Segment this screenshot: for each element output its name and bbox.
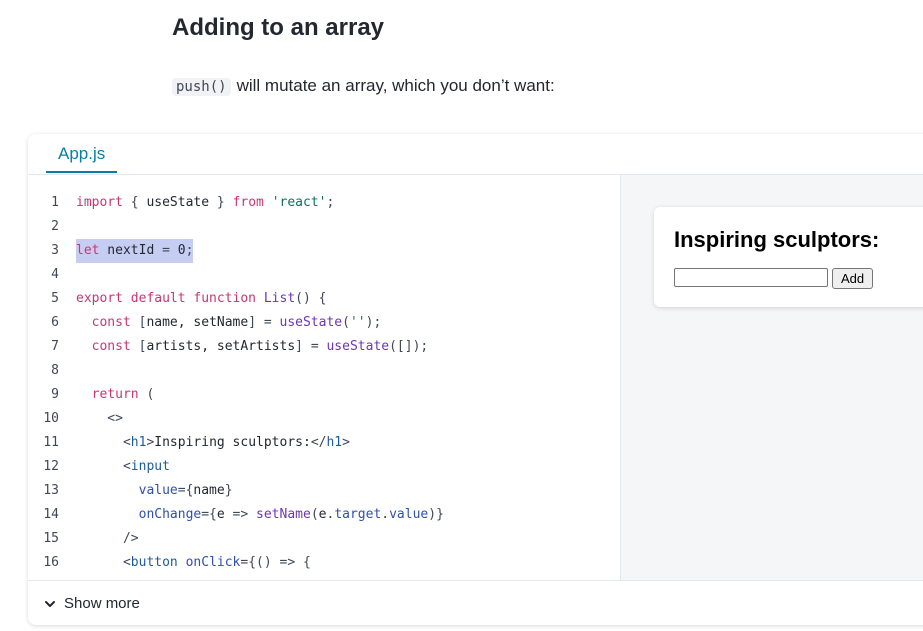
intro-paragraph: push() will mutate an array, which you do… (172, 76, 555, 96)
add-button[interactable]: Add (832, 268, 874, 289)
code-editor[interactable]: 1 import { useState } from 'react'; 2 3 let … (28, 175, 620, 580)
line-number: 4 (51, 267, 59, 282)
show-more-label: Show more (64, 595, 140, 612)
code-text: value={name} (76, 483, 233, 498)
line-number: 7 (51, 339, 59, 354)
highlighted-code-text: let nextId = 0; (76, 239, 194, 263)
line-number: 16 (43, 555, 59, 570)
code-text: const [artists, setArtists] = useState([… (76, 339, 429, 354)
code-text: /> (76, 531, 139, 546)
line-number: 12 (43, 459, 59, 474)
code-text: export default function List() { (76, 291, 327, 306)
preview-pane: Inspiring sculptors: Add (620, 175, 923, 580)
line-number: 14 (43, 507, 59, 522)
code-text: <h1>Inspiring sculptors:</h1> (76, 435, 350, 450)
line-number: 9 (51, 387, 59, 402)
code-text: <> (76, 411, 123, 426)
preview-card: Inspiring sculptors: Add (654, 207, 923, 307)
code-text: const [name, setName] = useState(''); (76, 315, 382, 330)
preview-heading: Inspiring sculptors: (674, 227, 880, 252)
line-number: 10 (43, 411, 59, 426)
preview-name-input[interactable] (674, 268, 828, 287)
line-number: 3 (51, 243, 59, 258)
code-text: <input (76, 459, 170, 474)
file-tab-bar: App.js (28, 134, 923, 175)
code-text: return ( (76, 387, 155, 402)
line-number: 11 (43, 435, 59, 450)
line-number: 2 (51, 219, 59, 234)
section-title: Adding to an array (172, 14, 385, 41)
show-more-button[interactable]: Show more (44, 595, 140, 612)
chevron-down-icon (45, 600, 55, 607)
code-text: <button onClick={() => { (76, 555, 311, 570)
line-number: 8 (51, 363, 59, 378)
intro-text: will mutate an array, which you don’t wa… (236, 76, 555, 95)
tab-app-js[interactable]: App.js (46, 134, 118, 173)
line-number: 1 (51, 195, 59, 210)
code-text: import { useState } from 'react'; (76, 195, 335, 210)
code-text: onChange={e => setName(e.target.value)} (76, 507, 444, 522)
line-number: 5 (51, 291, 59, 306)
inline-code-push: push() (172, 78, 231, 96)
sandbox-footer: Show more (28, 580, 923, 625)
line-number: 6 (51, 315, 59, 330)
line-number: 15 (43, 531, 59, 546)
line-number: 13 (43, 483, 59, 498)
code-sandbox: App.js 1 import { useState } from 'react'… (28, 134, 923, 625)
